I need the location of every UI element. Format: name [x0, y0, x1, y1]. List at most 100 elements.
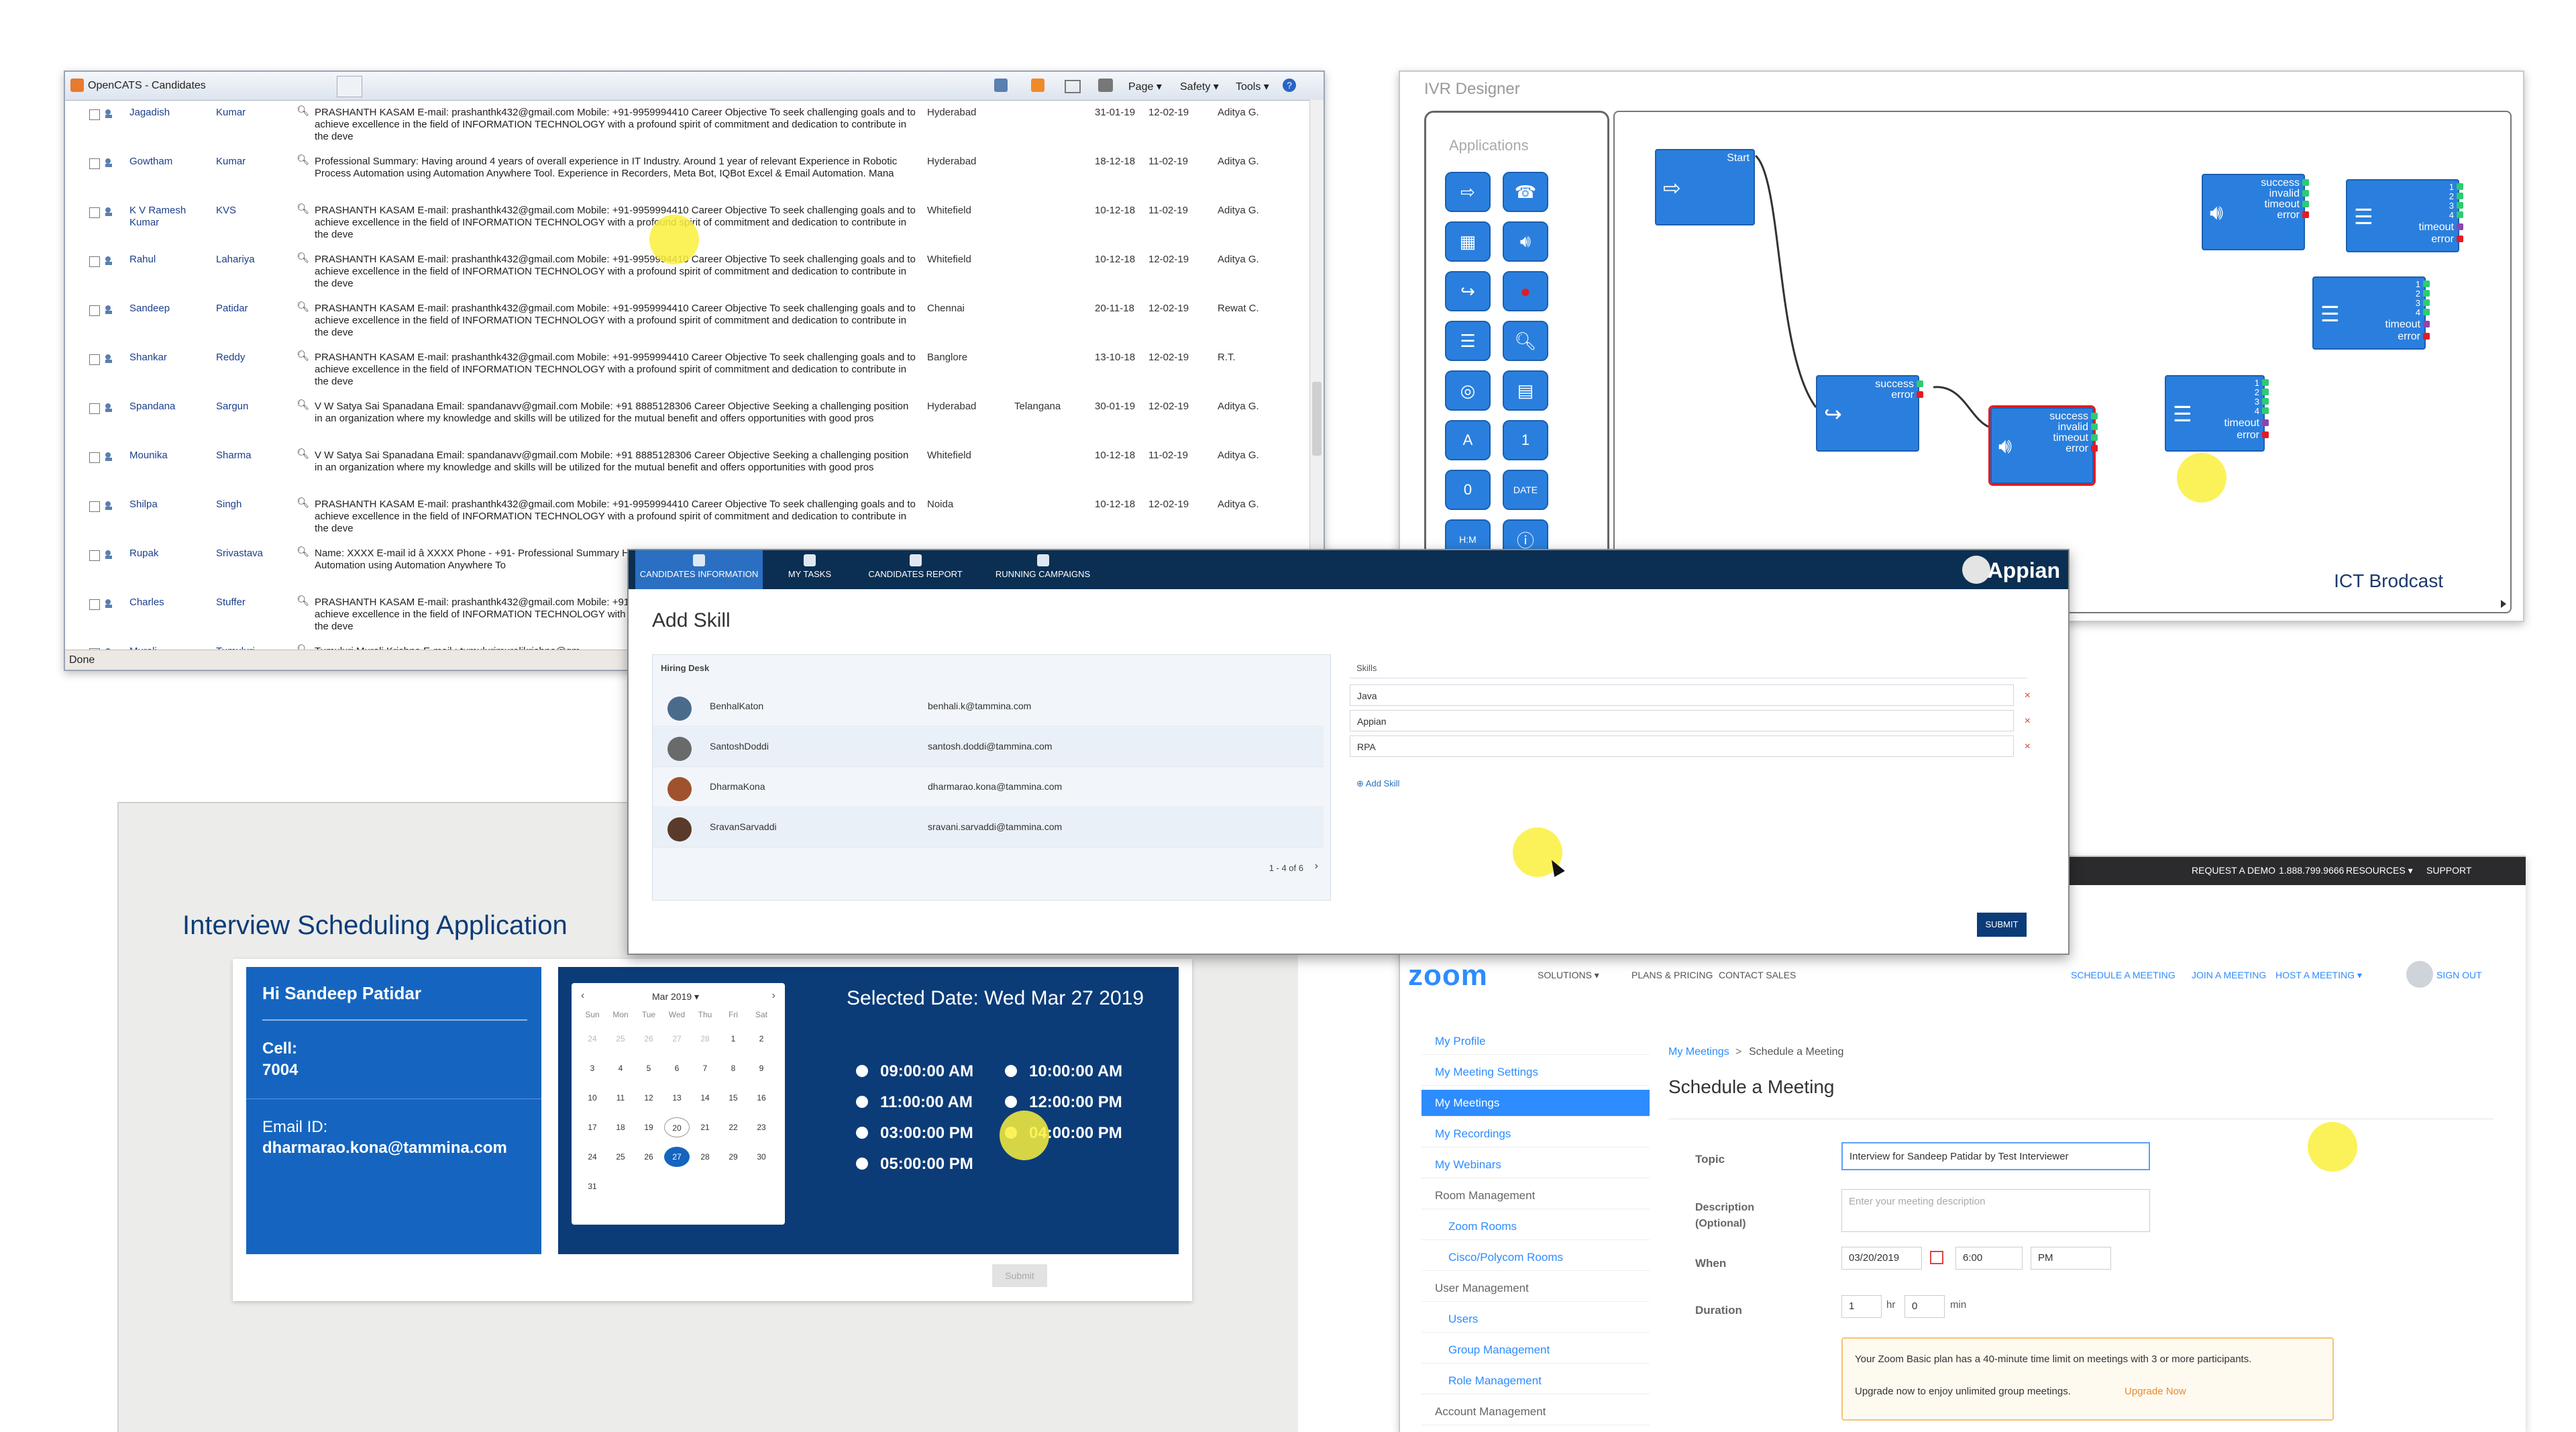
keypad-icon[interactable]: ▦ [1445, 221, 1491, 262]
last-name[interactable]: Srivastava [216, 548, 290, 560]
skill-input[interactable]: Appian × [1350, 710, 2031, 731]
candidate-link-icon[interactable] [104, 206, 115, 217]
menu-node-2[interactable]: ☰ 1 2 3 4 timeout error [2346, 179, 2463, 252]
candidate-link-icon[interactable] [104, 108, 115, 119]
candidate-link-icon[interactable] [104, 598, 115, 609]
radio-button[interactable] [856, 1096, 868, 1108]
node-port[interactable] [2302, 190, 2309, 197]
nav-item[interactable]: PLANS & PRICING [1631, 970, 1713, 980]
tab-title[interactable]: OpenCATS - Candidates [88, 80, 206, 92]
ivr-canvas[interactable]: ⇨ Start ↪ success error 🔊︎ success invalid timeo… [1613, 111, 2512, 613]
last-name[interactable]: Kumar [216, 107, 290, 119]
forward-icon[interactable]: ↪ [1445, 271, 1491, 311]
time-slot[interactable]: 10:00:00 AM [1005, 1062, 1122, 1081]
node-port[interactable] [2423, 299, 2430, 306]
node-port[interactable] [2262, 431, 2269, 438]
rss-icon[interactable] [1031, 79, 1044, 92]
breadcrumb-link[interactable]: My Meetings [1668, 1046, 1729, 1058]
sidebar-item[interactable]: My Meetings [1421, 1090, 1650, 1117]
radio-button[interactable] [856, 1127, 868, 1139]
page-menu[interactable]: Page ▾ [1128, 80, 1162, 93]
row-checkbox[interactable] [89, 305, 100, 316]
time-slot[interactable]: 05:00:00 PM [856, 1155, 973, 1174]
row-checkbox[interactable] [89, 550, 100, 561]
node-port[interactable] [2262, 407, 2269, 414]
node-port[interactable] [2262, 379, 2269, 386]
table-row[interactable]: Jagadish Kumar 🔍︎ PRASHANTH KASAM E-mail: p… [65, 104, 1299, 152]
first-name[interactable]: Rahul [129, 254, 210, 266]
candidate-link-icon[interactable] [104, 157, 115, 168]
home-icon[interactable] [994, 79, 1008, 92]
radio-button[interactable] [1005, 1065, 1017, 1077]
list-icon[interactable]: ▤ [1503, 370, 1548, 411]
node-port[interactable] [2302, 201, 2309, 207]
preview-icon[interactable]: 🔍︎ [297, 448, 309, 460]
sidebar-item[interactable]: Role Management [1421, 1368, 1650, 1394]
sidebar-item[interactable]: Zoom Rooms [1421, 1213, 1650, 1240]
time-slot[interactable]: 11:00:00 AM [856, 1093, 973, 1112]
number-icon[interactable]: 1 [1503, 420, 1548, 460]
remove-skill-icon[interactable]: × [2025, 736, 2031, 758]
node-port[interactable] [2423, 280, 2430, 287]
nav-item[interactable]: CONTACT SALES [1719, 970, 1796, 980]
node-port[interactable] [1917, 380, 1923, 387]
print-icon[interactable] [1098, 79, 1113, 92]
sidebar-item[interactable]: My Recordings [1421, 1121, 1650, 1147]
preview-icon[interactable]: 🔍︎ [297, 154, 309, 166]
node-port[interactable] [2457, 202, 2463, 209]
play-audio-icon[interactable]: 🔊︎ [1503, 221, 1548, 262]
sidebar-item[interactable]: My Profile [1421, 1028, 1650, 1055]
date-input[interactable]: 03/20/2019 [1841, 1247, 1922, 1270]
row-checkbox[interactable] [89, 452, 100, 463]
candidate-link-icon[interactable] [104, 353, 115, 364]
remove-skill-icon[interactable]: × [2025, 711, 2031, 732]
help-icon[interactable]: ? [1283, 79, 1296, 92]
candidate-link-icon[interactable] [104, 304, 115, 315]
safety-menu[interactable]: Safety ▾ [1180, 80, 1219, 93]
last-name[interactable]: Sharma [216, 450, 290, 462]
sidebar-item[interactable]: Users [1421, 1306, 1650, 1333]
table-row[interactable]: Mounika Sharma 🔍︎ V W Satya Sai Spanadana E… [65, 447, 1299, 495]
first-name[interactable]: Charles [129, 597, 210, 609]
sidebar-item[interactable]: Cisco/Polycom Rooms [1421, 1244, 1650, 1271]
skill-input[interactable]: RPA × [1350, 735, 2031, 757]
tab-running-campaigns[interactable]: RUNNING CAMPAIGNS [984, 550, 1102, 589]
radio-button[interactable] [1005, 1096, 1017, 1108]
nav-item-right[interactable]: HOST A MEETING ▾ [2275, 970, 2362, 981]
row-checkbox[interactable] [89, 109, 100, 120]
sidebar-item[interactable]: Room Management [1421, 1182, 1650, 1209]
last-name[interactable]: Lahariya [216, 254, 290, 266]
radio-button[interactable] [856, 1158, 868, 1170]
preview-icon[interactable]: 🔍︎ [297, 301, 309, 313]
scrollbar-thumb[interactable] [1312, 382, 1322, 456]
first-name[interactable]: Gowtham [129, 156, 210, 168]
last-name[interactable]: Patidar [216, 303, 290, 315]
first-name[interactable]: Mounika [129, 450, 210, 462]
table-row[interactable]: Shilpa Singh 🔍︎ PRASHANTH KASAM E-mail: pra… [65, 496, 1299, 544]
node-port[interactable] [2457, 223, 2463, 230]
first-name[interactable]: Shilpa [129, 499, 210, 511]
time-slot[interactable]: 09:00:00 AM [856, 1062, 973, 1081]
candidate-link-icon[interactable] [104, 451, 115, 462]
preview-icon[interactable]: 🔍︎ [297, 105, 309, 117]
table-row[interactable]: DharmaKona dharmarao.kona@tammina.com [653, 768, 1324, 807]
time-slot[interactable]: 12:00:00 PM [1005, 1093, 1122, 1112]
sidebar-item[interactable]: Group Management [1421, 1337, 1650, 1364]
calendar-icon[interactable] [1930, 1251, 1943, 1264]
sidebar-item[interactable]: User Management [1421, 1275, 1650, 1302]
first-name[interactable]: K V Ramesh Kumar [129, 205, 210, 229]
add-skill-link[interactable]: ⊕ Add Skill [1356, 778, 1399, 789]
node-port[interactable] [1917, 391, 1923, 398]
forward-node[interactable]: ↪ success error [1816, 375, 1923, 452]
time-slot[interactable]: 03:00:00 PM [856, 1124, 973, 1143]
node-port[interactable] [2423, 309, 2430, 315]
first-name[interactable]: Jagadish [129, 107, 210, 119]
node-port[interactable] [2457, 236, 2463, 242]
last-name[interactable]: Reddy [216, 352, 290, 364]
play-audio-node-2[interactable]: 🔊︎ success invalid timeout error [2202, 174, 2309, 250]
globe-icon[interactable]: ◎ [1445, 370, 1491, 411]
submit-button[interactable]: SUBMIT [1977, 913, 2027, 937]
menu-icon[interactable]: ☰ [1445, 321, 1491, 361]
row-checkbox[interactable] [89, 158, 100, 169]
sidebar-item[interactable]: My Webinars [1421, 1152, 1650, 1178]
